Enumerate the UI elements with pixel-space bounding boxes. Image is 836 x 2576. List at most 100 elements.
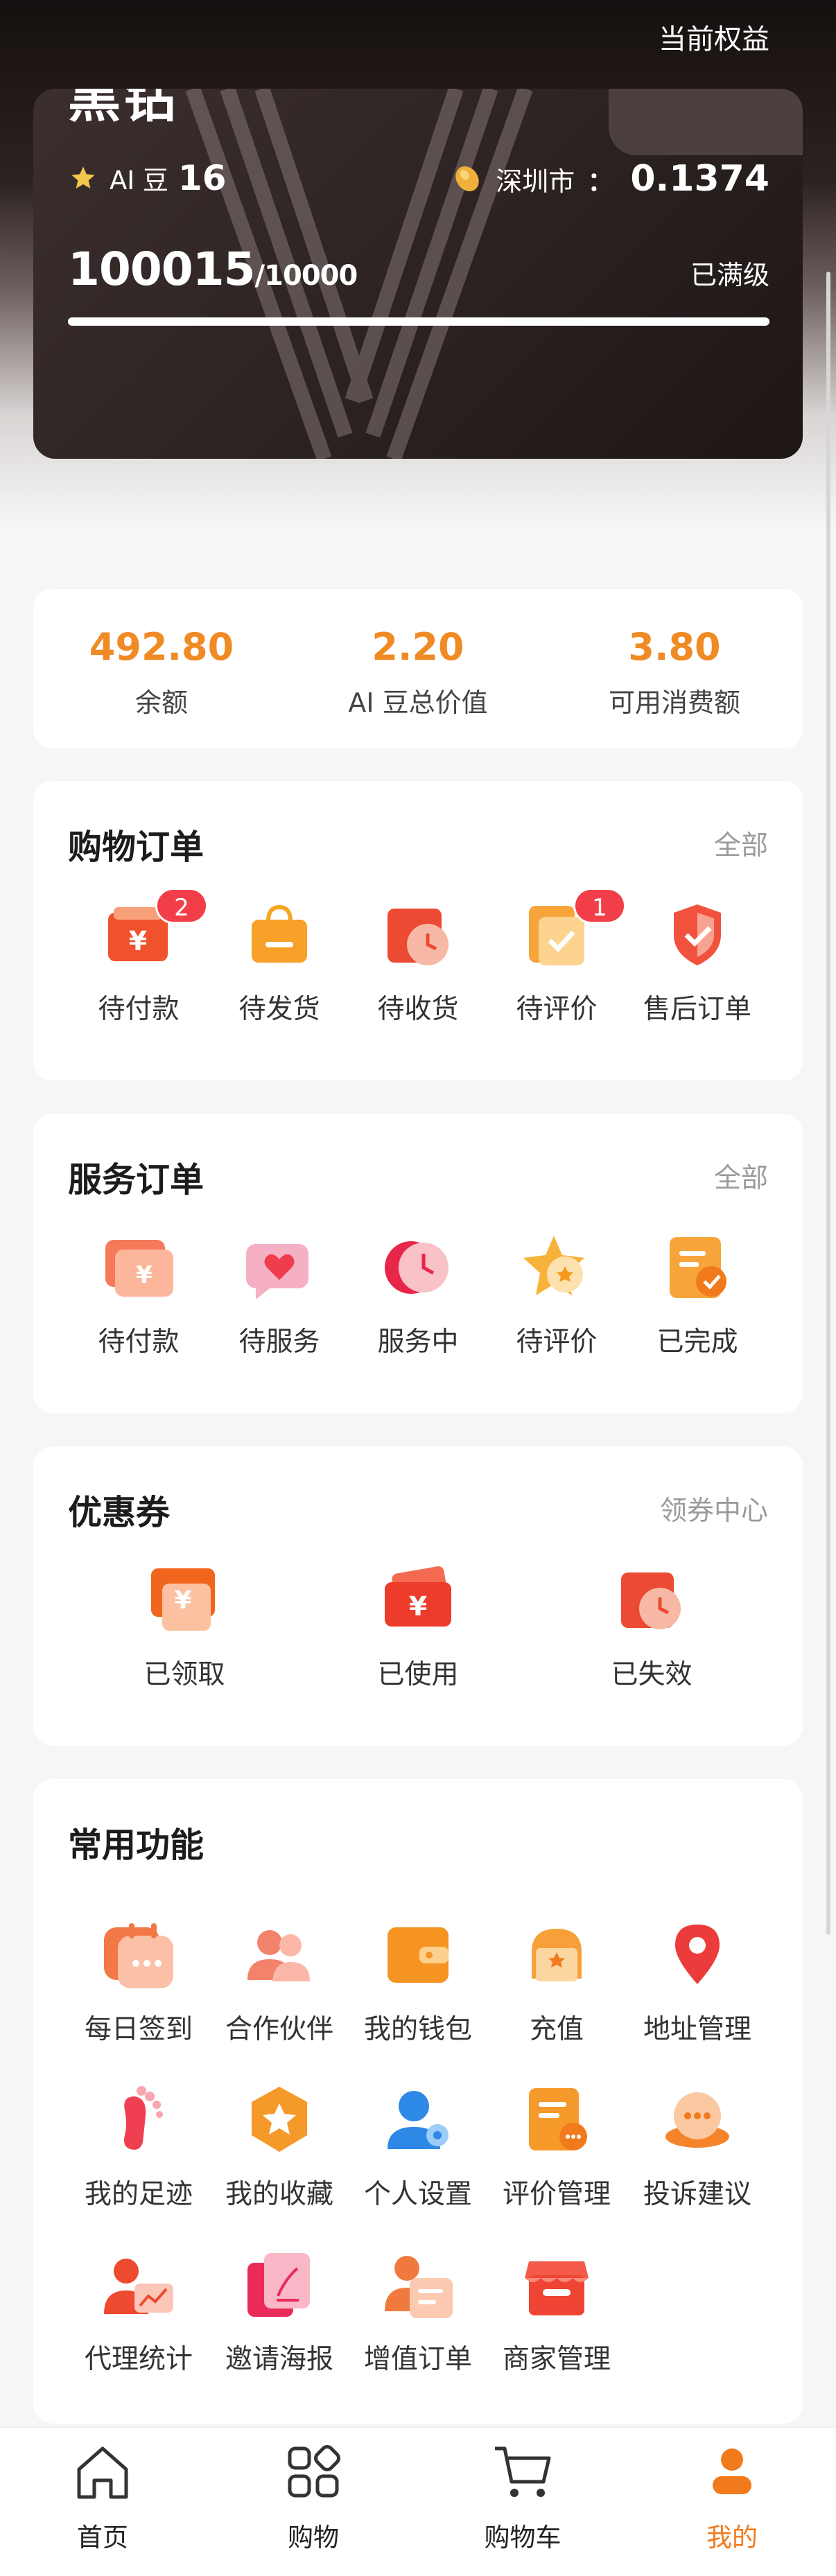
func-daily-checkin[interactable]: 每日签到 bbox=[69, 1918, 208, 2047]
current-benefits-link[interactable]: 当前权益 bbox=[659, 17, 769, 57]
vip-card[interactable]: AI 豆 16 深圳市 ： 0.1374 黑钻 100015/10000 已满级 bbox=[33, 89, 803, 459]
shop-order-pending-receipt[interactable]: 待收货 bbox=[349, 897, 487, 1026]
tab-label: 购物 bbox=[288, 2523, 339, 2552]
profile-icon bbox=[713, 2448, 751, 2494]
user-settings-icon bbox=[387, 2091, 449, 2149]
growth-progress-bar bbox=[68, 317, 769, 326]
partners-icon bbox=[247, 1930, 310, 1981]
service-order-label: 待服务 bbox=[238, 1326, 320, 1358]
bottom-tab-bar: 首页 购物 购物车 我的 bbox=[0, 2427, 836, 2576]
heart-chat-icon bbox=[246, 1244, 308, 1299]
shopping-orders-all-link[interactable]: 全部 bbox=[714, 824, 768, 863]
coupon-received[interactable]: ¥ 已领取 bbox=[115, 1563, 254, 1692]
coupon-expired[interactable]: 已失效 bbox=[582, 1563, 721, 1692]
service-order-label: 已完成 bbox=[656, 1326, 738, 1358]
func-label: 投诉建议 bbox=[643, 2179, 751, 2210]
coupons-card: 优惠券 领券中心 ¥ 已领取 ¥ 已使用 已失效 bbox=[33, 1446, 803, 1746]
service-order-pending-review[interactable]: 待评价 bbox=[487, 1230, 626, 1359]
ai-bean-total-label: AI 豆总价值 bbox=[348, 687, 488, 718]
func-my-wallet[interactable]: 我的钱包 bbox=[349, 1918, 487, 2047]
recharge-icon bbox=[532, 1929, 582, 1981]
shopping-bag-icon bbox=[252, 904, 307, 963]
ai-bean-value: 16 bbox=[177, 158, 227, 198]
func-value-added-orders[interactable]: 增值订单 bbox=[349, 2248, 487, 2376]
func-personal-settings[interactable]: 个人设置 bbox=[349, 2083, 487, 2211]
tab-me[interactable]: 我的 bbox=[670, 2439, 794, 2554]
svg-text:¥: ¥ bbox=[129, 926, 147, 956]
ai-bean-total-item[interactable]: 2.20 AI 豆总价值 bbox=[290, 625, 546, 719]
tab-home[interactable]: 首页 bbox=[40, 2439, 165, 2554]
consumable-label: 可用消费额 bbox=[608, 687, 740, 718]
func-label: 代理统计 bbox=[84, 2344, 193, 2375]
balance-item[interactable]: 492.80 余额 bbox=[33, 625, 290, 719]
tab-cart[interactable]: 购物车 bbox=[460, 2439, 585, 2554]
coupon-label: 已领取 bbox=[143, 1659, 225, 1690]
progress-status: 已满级 bbox=[690, 260, 769, 290]
shop-order-label: 待收货 bbox=[377, 994, 459, 1025]
coupon-used[interactable]: ¥ 已使用 bbox=[349, 1563, 487, 1692]
progress-current: 100015 bbox=[68, 243, 256, 296]
func-label: 个人设置 bbox=[363, 2179, 472, 2210]
func-my-favorites[interactable]: 我的收藏 bbox=[210, 2083, 349, 2211]
shopping-orders-row: ¥ 2 待付款 待发货 待收货 1 待评价 售后订单 bbox=[33, 888, 803, 1050]
service-orders-row: ¥ 待付款 待服务 服务中 待评价 已完成 bbox=[33, 1230, 803, 1383]
svg-text:¥: ¥ bbox=[174, 1586, 191, 1615]
city-value: 0.1374 bbox=[630, 158, 769, 200]
func-label: 评价管理 bbox=[502, 2179, 611, 2210]
tab-shopping[interactable]: 购物 bbox=[251, 2439, 376, 2554]
ai-bean-total-value: 2.20 bbox=[372, 625, 464, 669]
func-address-management[interactable]: 地址管理 bbox=[628, 1918, 767, 2047]
footprint-icon bbox=[124, 2086, 163, 2150]
location-pin-icon bbox=[675, 1925, 720, 1984]
value-order-icon bbox=[385, 2256, 453, 2318]
clock-box-icon bbox=[387, 909, 449, 965]
growth-progress-value: 100015/10000 bbox=[68, 243, 358, 296]
service-order-label: 服务中 bbox=[377, 1326, 459, 1358]
func-invite-poster[interactable]: 邀请海报 bbox=[210, 2248, 349, 2376]
coupons-row: ¥ 已领取 ¥ 已使用 已失效 bbox=[33, 1563, 803, 1715]
complaint-chat-icon bbox=[665, 2092, 729, 2148]
func-label: 合作伙伴 bbox=[225, 2014, 333, 2045]
func-my-footprints[interactable]: 我的足迹 bbox=[69, 2083, 208, 2211]
shop-order-pending-payment[interactable]: ¥ 2 待付款 bbox=[69, 888, 208, 1026]
func-agent-statistics[interactable]: 代理统计 bbox=[69, 2248, 208, 2376]
pending-payment-badge: 2 bbox=[155, 888, 208, 924]
svg-text:¥: ¥ bbox=[136, 1261, 153, 1289]
city-label: 深圳市 bbox=[496, 166, 575, 197]
tab-label: 我的 bbox=[706, 2523, 758, 2552]
service-orders-all-link[interactable]: 全部 bbox=[714, 1157, 768, 1195]
shop-order-label: 待发货 bbox=[238, 994, 320, 1025]
coupon-expired-icon bbox=[621, 1572, 681, 1629]
shop-order-after-sales[interactable]: 售后订单 bbox=[628, 897, 767, 1026]
consumable-item[interactable]: 3.80 可用消费额 bbox=[546, 625, 803, 719]
coupon-center-link[interactable]: 领券中心 bbox=[660, 1489, 768, 1528]
balance-label: 余额 bbox=[134, 687, 188, 718]
service-order-pending-service[interactable]: 待服务 bbox=[210, 1230, 349, 1359]
service-order-pending-payment[interactable]: ¥ 待付款 bbox=[69, 1230, 208, 1359]
shop-order-pending-review[interactable]: 1 待评价 bbox=[487, 888, 626, 1026]
func-recharge[interactable]: 充值 bbox=[487, 1918, 626, 2047]
func-merchant-management[interactable]: 商家管理 bbox=[487, 2248, 626, 2376]
balance-value: 492.80 bbox=[89, 625, 234, 669]
shopping-orders-title: 购物订单 bbox=[68, 827, 204, 867]
yen-card-icon: ¥ bbox=[105, 1240, 173, 1297]
func-review-management[interactable]: 评价管理 bbox=[487, 2083, 626, 2211]
scrollbar[interactable] bbox=[826, 272, 830, 1935]
func-partners[interactable]: 合作伙伴 bbox=[210, 1918, 349, 2047]
bean-icon bbox=[455, 166, 479, 191]
vip-level-title: 黑钻 bbox=[68, 89, 179, 129]
tab-label: 购物车 bbox=[484, 2523, 561, 2552]
svg-text:¥: ¥ bbox=[409, 1591, 427, 1622]
func-label: 我的足迹 bbox=[84, 2179, 193, 2210]
shop-order-label: 售后订单 bbox=[643, 994, 751, 1025]
func-label: 每日签到 bbox=[84, 2014, 193, 2045]
func-label: 充值 bbox=[529, 2014, 584, 2045]
coupon-label: 已使用 bbox=[377, 1659, 459, 1690]
invite-poster-icon bbox=[247, 2253, 310, 2317]
shop-order-pending-shipment[interactable]: 待发货 bbox=[210, 897, 349, 1026]
pending-review-badge: 1 bbox=[573, 888, 626, 924]
service-order-in-service[interactable]: 服务中 bbox=[349, 1230, 487, 1359]
service-order-completed[interactable]: 已完成 bbox=[628, 1230, 767, 1359]
service-order-label: 待评价 bbox=[516, 1326, 598, 1358]
func-complaints-suggestions[interactable]: 投诉建议 bbox=[628, 2083, 767, 2211]
